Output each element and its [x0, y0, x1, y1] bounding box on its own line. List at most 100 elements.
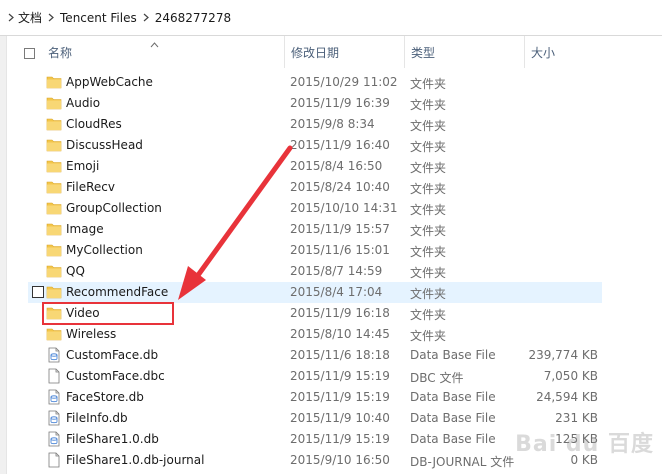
file-row-filerecv[interactable]: FileRecv 2015/8/24 10:40 文件夹	[28, 177, 602, 198]
row-type: 文件夹	[410, 161, 447, 175]
row-name: DiscussHead	[66, 138, 143, 152]
row-size: 7,050 KB	[543, 369, 598, 383]
row-date: 2015/8/4 16:50	[290, 159, 383, 173]
breadcrumb-item-documents[interactable]: 文档	[18, 9, 42, 26]
file-row-cloudres[interactable]: CloudRes 2015/9/8 8:34 文件夹	[28, 114, 602, 135]
row-name: FileRecv	[66, 180, 115, 194]
breadcrumb: 文档 Tencent Files 2468277278	[8, 6, 658, 30]
breadcrumb-item-tencent-files[interactable]: Tencent Files	[60, 11, 137, 25]
row-date: 2015/8/4 17:04	[290, 285, 383, 299]
file-row-image[interactable]: Image 2015/11/9 15:57 文件夹	[28, 219, 602, 240]
folder-icon	[46, 284, 62, 300]
folder-icon	[46, 116, 62, 132]
row-type: 文件夹	[410, 245, 447, 259]
row-type: 文件夹	[410, 77, 447, 91]
column-name-label: 名称	[48, 46, 73, 60]
row-date: 2015/11/9 15:19	[290, 432, 390, 446]
folder-icon	[46, 74, 62, 90]
row-date: 2015/8/10 14:45	[290, 327, 390, 341]
row-date: 2015/10/10 14:31	[290, 201, 398, 215]
file-row-appwebcache[interactable]: AppWebCache 2015/10/29 11:02 文件夹	[28, 72, 602, 93]
file-row-mycollection[interactable]: MyCollection 2015/11/6 15:01 文件夹	[28, 240, 602, 261]
row-date: 2015/8/7 14:59	[290, 264, 383, 278]
file-row-customface-dbc[interactable]: CustomFace.dbc 2015/11/9 15:19 DBC 文件 7,050…	[28, 366, 602, 387]
row-date: 2015/11/9 16:18	[290, 306, 390, 320]
row-date: 2015/11/9 16:39	[290, 96, 390, 110]
database-file-icon	[46, 431, 62, 447]
row-type: 文件夹	[410, 308, 447, 322]
row-name: Wireless	[66, 327, 117, 341]
row-type: Data Base File	[410, 348, 496, 362]
row-size: 231 KB	[555, 411, 598, 425]
row-type: 文件夹	[410, 119, 447, 133]
column-divider[interactable]	[404, 36, 405, 68]
select-all-checkbox[interactable]	[24, 48, 35, 59]
row-size: 239,774 KB	[528, 348, 598, 362]
folder-icon	[46, 95, 62, 111]
file-row-wireless[interactable]: Wireless 2015/8/10 14:45 文件夹	[28, 324, 602, 345]
row-name: FileInfo.db	[66, 411, 128, 425]
chevron-right-icon	[48, 13, 54, 22]
row-type: 文件夹	[410, 224, 447, 238]
file-row-audio[interactable]: Audio 2015/11/9 16:39 文件夹	[28, 93, 602, 114]
column-divider[interactable]	[524, 36, 525, 68]
row-name: CustomFace.dbc	[66, 369, 165, 383]
folder-icon	[46, 263, 62, 279]
column-type-header[interactable]: 类型	[411, 44, 435, 61]
row-name: GroupCollection	[66, 201, 162, 215]
row-date: 2015/11/6 15:01	[290, 243, 390, 257]
row-type: Data Base File	[410, 432, 496, 446]
row-name: FileShare1.0.db-journal	[66, 453, 205, 467]
file-row-facestore-db[interactable]: FaceStore.db 2015/11/9 15:19 Data Base Fil…	[28, 387, 602, 408]
database-file-icon	[46, 389, 62, 405]
column-size-label: 大小	[531, 46, 556, 60]
folder-icon	[46, 200, 62, 216]
folder-icon	[46, 179, 62, 195]
row-type: DBC 文件	[410, 371, 464, 385]
database-file-icon	[46, 347, 62, 363]
document-icon	[46, 452, 62, 468]
file-row-recommendface[interactable]: RecommendFace 2015/8/4 17:04 文件夹	[28, 282, 602, 303]
row-date: 2015/11/9 15:57	[290, 222, 390, 236]
row-type: 文件夹	[410, 203, 447, 217]
file-row-emoji[interactable]: Emoji 2015/8/4 16:50 文件夹	[28, 156, 602, 177]
row-type: 文件夹	[410, 140, 447, 154]
row-type: DB-JOURNAL 文件	[410, 455, 515, 469]
watermark: Bai du 百度	[515, 432, 654, 457]
row-date: 2015/11/9 15:19	[290, 369, 390, 383]
column-size-header[interactable]: 大小	[531, 44, 555, 61]
row-date: 2015/11/9 10:40	[290, 411, 390, 425]
row-date: 2015/11/9 16:40	[290, 138, 390, 152]
folder-icon	[46, 137, 62, 153]
row-name: CustomFace.db	[66, 348, 159, 362]
row-date: 2015/11/9 15:19	[290, 390, 390, 404]
row-type: 文件夹	[410, 266, 447, 280]
column-date-label: 修改日期	[291, 46, 340, 60]
file-row-groupcollection[interactable]: GroupCollection 2015/10/10 14:31 文件夹	[28, 198, 602, 219]
row-type: 文件夹	[410, 287, 447, 301]
row-date: 2015/9/10 16:50	[290, 453, 390, 467]
row-name: AppWebCache	[66, 75, 153, 89]
row-name: Image	[66, 222, 104, 236]
row-date: 2015/11/6 18:18	[290, 348, 390, 362]
row-date: 2015/9/8 8:34	[290, 117, 375, 131]
row-name: FaceStore.db	[66, 390, 144, 404]
breadcrumb-item-account[interactable]: 2468277278	[155, 11, 231, 25]
row-name: FileShare1.0.db	[66, 432, 159, 446]
column-name-header[interactable]: 名称	[48, 44, 72, 61]
file-row-discusshead[interactable]: DiscussHead 2015/11/9 16:40 文件夹	[28, 135, 602, 156]
column-divider[interactable]	[284, 36, 285, 68]
folder-icon	[46, 326, 62, 342]
row-date: 2015/10/29 11:02	[290, 75, 398, 89]
row-size: 24,594 KB	[536, 390, 598, 404]
row-name: QQ	[66, 264, 85, 278]
file-row-customface-db[interactable]: CustomFace.db 2015/11/6 18:18 Data Base Fi…	[28, 345, 602, 366]
column-date-header[interactable]: 修改日期	[291, 44, 339, 61]
row-type: 文件夹	[410, 98, 447, 112]
row-checkbox[interactable]	[32, 286, 44, 298]
file-row-qq[interactable]: QQ 2015/8/7 14:59 文件夹	[28, 261, 602, 282]
row-type: Data Base File	[410, 411, 496, 425]
sort-ascending-icon	[150, 37, 159, 51]
database-file-icon	[46, 410, 62, 426]
address-bar[interactable]: 文档 Tencent Files 2468277278	[0, 0, 662, 36]
